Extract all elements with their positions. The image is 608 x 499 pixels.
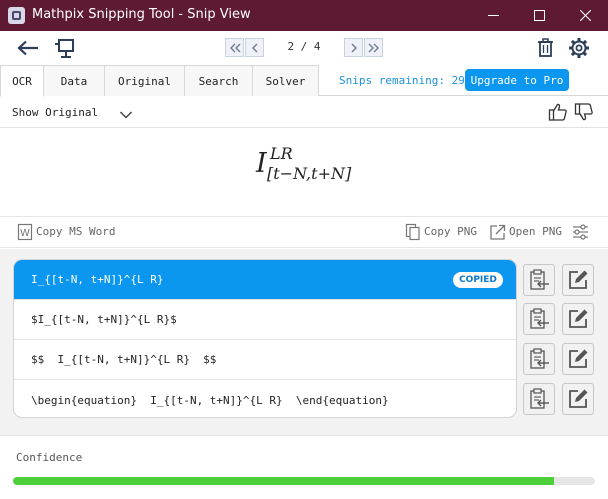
result-row-inline-math[interactable]: $I_{[t-N, t+N]}^{L R}$ (14, 300, 516, 340)
result-text: $$ I_{[t-N, t+N]}^{L R} $$ (31, 353, 217, 366)
confidence-bar-fill (13, 477, 555, 485)
math-superscript: LR (270, 144, 293, 163)
minimize-button[interactable] (470, 0, 516, 31)
last-page-button[interactable] (364, 38, 383, 57)
snips-remaining: Snips remaining: 296 (339, 74, 472, 87)
chevron-right-icon (351, 43, 357, 52)
math-subscript: [t−N,t+N] (267, 164, 352, 183)
back-button[interactable] (16, 37, 40, 59)
new-snip-button[interactable] (52, 36, 76, 60)
tab-original[interactable]: Original (104, 65, 185, 96)
show-original-bar: Show Original (0, 96, 608, 128)
edit-button-2[interactable] (562, 303, 594, 335)
tab-solver[interactable]: Solver (252, 65, 319, 96)
paste-button-2[interactable] (523, 303, 555, 335)
edit-icon (569, 309, 588, 328)
result-row-equation[interactable]: \begin{equation} I_{[t-N, t+N]}^{L R} \e… (14, 380, 516, 417)
copy-ms-word-button[interactable]: Copy MS Word (36, 225, 115, 238)
gear-icon (569, 38, 589, 58)
upgrade-button[interactable]: Upgrade to Pro (465, 69, 569, 91)
edit-button-3[interactable] (562, 343, 594, 375)
double-chevron-right-icon (368, 43, 379, 52)
result-row-latex[interactable]: I_{[t-N, t+N]}^{L R} COPIED (14, 260, 516, 300)
action-bar: W Copy MS Word Copy PNG Open PNG (0, 216, 608, 248)
confidence-section (0, 435, 608, 499)
paste-button-3[interactable] (523, 343, 555, 375)
latex-results-list: I_{[t-N, t+N]}^{L R} COPIED $I_{[t-N, t+… (13, 259, 517, 418)
page-indicator: 2 / 4 (287, 40, 321, 53)
close-icon (579, 10, 591, 21)
clipboard-paste-icon (530, 269, 549, 290)
snip-crop-icon (55, 39, 74, 58)
edit-icon (569, 270, 588, 289)
tab-ocr[interactable]: OCR (0, 65, 44, 97)
chevron-down-icon[interactable] (119, 105, 133, 124)
open-external-icon[interactable] (489, 223, 506, 245)
toolbar: 2 / 4 (0, 31, 608, 65)
double-chevron-left-icon (229, 43, 240, 52)
clipboard-paste-icon (530, 348, 549, 369)
result-text: \begin{equation} I_{[t-N, t+N]}^{L R} \e… (31, 393, 389, 407)
ms-word-icon[interactable]: W (17, 223, 33, 245)
open-png-button[interactable]: Open PNG (509, 225, 562, 238)
minimize-icon (487, 15, 499, 16)
thumbs-down-icon[interactable] (574, 102, 594, 126)
maximize-icon (533, 10, 545, 21)
copy-icon[interactable] (405, 223, 421, 245)
math-base: I (256, 148, 267, 179)
delete-button[interactable] (535, 36, 555, 60)
first-page-button[interactable] (225, 38, 244, 57)
chevron-left-icon (251, 43, 257, 52)
window-title: Mathpix Snipping Tool - Snip View (32, 7, 251, 22)
svg-text:W: W (20, 228, 30, 239)
clipboard-paste-icon (530, 308, 549, 329)
result-text: I_{[t-N, t+N]}^{L R} (31, 273, 164, 286)
close-button[interactable] (562, 0, 608, 31)
mathpix-logo-icon (8, 7, 25, 24)
edit-icon (569, 389, 588, 408)
result-row-display-math[interactable]: $$ I_{[t-N, t+N]}^{L R} $$ (14, 340, 516, 380)
maximize-button[interactable] (516, 0, 562, 31)
clipboard-paste-icon (530, 388, 549, 409)
thumbs-up-icon[interactable] (548, 102, 568, 126)
copied-badge: COPIED (453, 272, 503, 288)
paste-button-1[interactable] (523, 264, 555, 296)
arrow-left-icon (17, 40, 38, 56)
copy-png-button[interactable]: Copy PNG (424, 225, 477, 238)
trash-icon (537, 38, 553, 57)
confidence-bar (13, 477, 595, 485)
previous-page-button[interactable] (245, 38, 264, 57)
show-original-dropdown[interactable]: Show Original (12, 106, 98, 119)
settings-button[interactable] (567, 36, 591, 60)
tab-search[interactable]: Search (184, 65, 253, 96)
next-page-button[interactable] (344, 38, 363, 57)
title-bar: Mathpix Snipping Tool - Snip View (0, 0, 608, 31)
confidence-label: Confidence (16, 451, 83, 464)
result-text: $I_{[t-N, t+N]}^{L R}$ (31, 313, 177, 326)
edit-button-4[interactable] (562, 383, 594, 415)
paste-button-4[interactable] (523, 383, 555, 415)
tab-data[interactable]: Data (43, 65, 105, 96)
rendered-equation-area: I LR [t−N,t+N] (0, 128, 608, 216)
sliders-icon[interactable] (572, 224, 589, 244)
edit-icon (569, 349, 588, 368)
edit-button-1[interactable] (562, 264, 594, 296)
